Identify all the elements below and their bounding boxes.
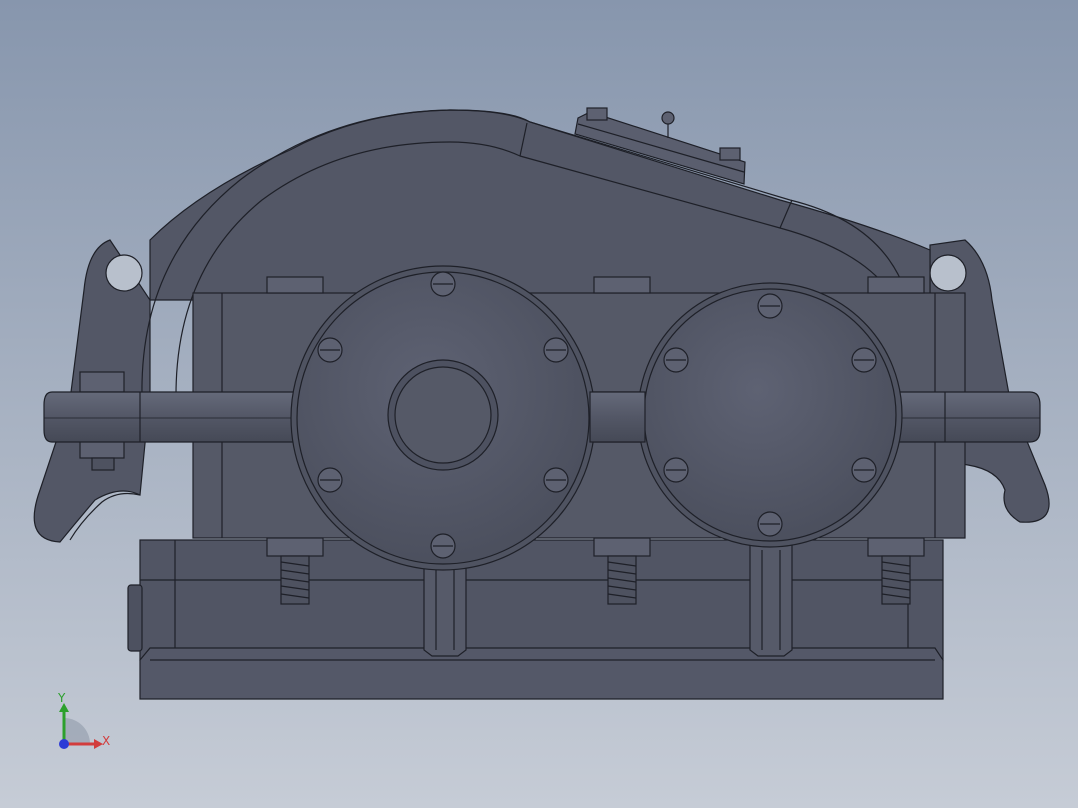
right-lug-hole <box>929 254 967 292</box>
left-lug-hole <box>105 254 143 292</box>
graphics-viewport[interactable]: Y X <box>0 0 1078 808</box>
triad-x-label: X <box>102 734 110 748</box>
flange-bolt-head <box>593 276 651 294</box>
flange-bolt-head <box>266 276 324 294</box>
end-bolt-nut <box>79 439 125 459</box>
end-bolt-thread <box>91 457 115 471</box>
upper-cover[interactable] <box>149 109 931 301</box>
rib-right <box>749 544 793 657</box>
rib-left <box>423 559 467 657</box>
triad-z-axis <box>59 739 69 749</box>
gearbox-model[interactable] <box>33 107 1050 700</box>
triad-arc <box>64 718 90 744</box>
cover-bolt <box>586 107 608 121</box>
tie-bar-middle <box>589 391 646 443</box>
left-bearing-cap[interactable] <box>290 265 596 571</box>
cover-bolt <box>719 147 741 161</box>
triad-y-label: Y <box>57 691 66 705</box>
right-bearing-cap[interactable] <box>637 282 903 548</box>
drain-plug <box>127 584 143 652</box>
end-bolt-head <box>79 371 125 393</box>
breather-knob <box>661 111 675 125</box>
reference-triad[interactable]: Y X <box>57 691 110 749</box>
lower-housing <box>139 539 944 661</box>
flange-bolt-head <box>867 276 925 294</box>
base-plate <box>139 647 944 700</box>
